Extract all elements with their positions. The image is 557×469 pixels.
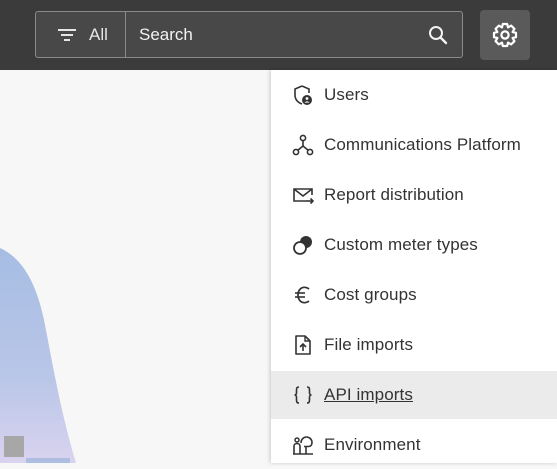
- search-placeholder: Search: [139, 24, 193, 44]
- menu-item-communications-platform[interactable]: Communications Platform: [271, 121, 557, 169]
- search-group: All Search: [35, 11, 463, 58]
- menu-item-label: Users: [324, 85, 369, 104]
- search-input[interactable]: Search: [126, 12, 462, 57]
- menu-item-label: File imports: [324, 335, 414, 354]
- meter-circles-icon: [292, 234, 314, 256]
- shield-user-icon: [292, 84, 314, 106]
- filter-button[interactable]: All: [36, 12, 126, 57]
- menu-item-users[interactable]: Users: [271, 71, 557, 119]
- search-icon[interactable]: [428, 25, 448, 45]
- euro-icon: [292, 284, 314, 306]
- menu-item-label: Cost groups: [324, 285, 417, 304]
- filter-label: All: [89, 24, 108, 44]
- menu-item-label: Communications Platform: [324, 135, 521, 154]
- menu-item-environment[interactable]: Environment: [271, 421, 557, 469]
- curly-braces-icon: [292, 384, 314, 406]
- gear-icon: [492, 22, 518, 48]
- menu-item-file-imports[interactable]: File imports: [271, 321, 557, 369]
- file-upload-icon: [292, 334, 314, 356]
- top-bar: All Search: [0, 0, 557, 70]
- menu-item-api-imports[interactable]: API imports: [271, 371, 557, 419]
- background-illustration: [0, 248, 76, 463]
- network-nodes-icon: [292, 134, 314, 156]
- filter-icon: [58, 28, 77, 41]
- menu-item-label: Custom meter types: [324, 235, 478, 254]
- settings-button[interactable]: [480, 10, 530, 60]
- mail-forward-icon: [292, 184, 314, 206]
- menu-item-report-distribution[interactable]: Report distribution: [271, 171, 557, 219]
- menu-item-custom-meter-types[interactable]: Custom meter types: [271, 221, 557, 269]
- menu-item-label: API imports: [324, 385, 413, 404]
- environment-icon: [292, 434, 314, 456]
- menu-item-label: Report distribution: [324, 185, 464, 204]
- settings-menu: Users Communications Platform Report dis: [271, 70, 557, 463]
- menu-item-cost-groups[interactable]: Cost groups: [271, 271, 557, 319]
- menu-item-label: Environment: [324, 435, 421, 454]
